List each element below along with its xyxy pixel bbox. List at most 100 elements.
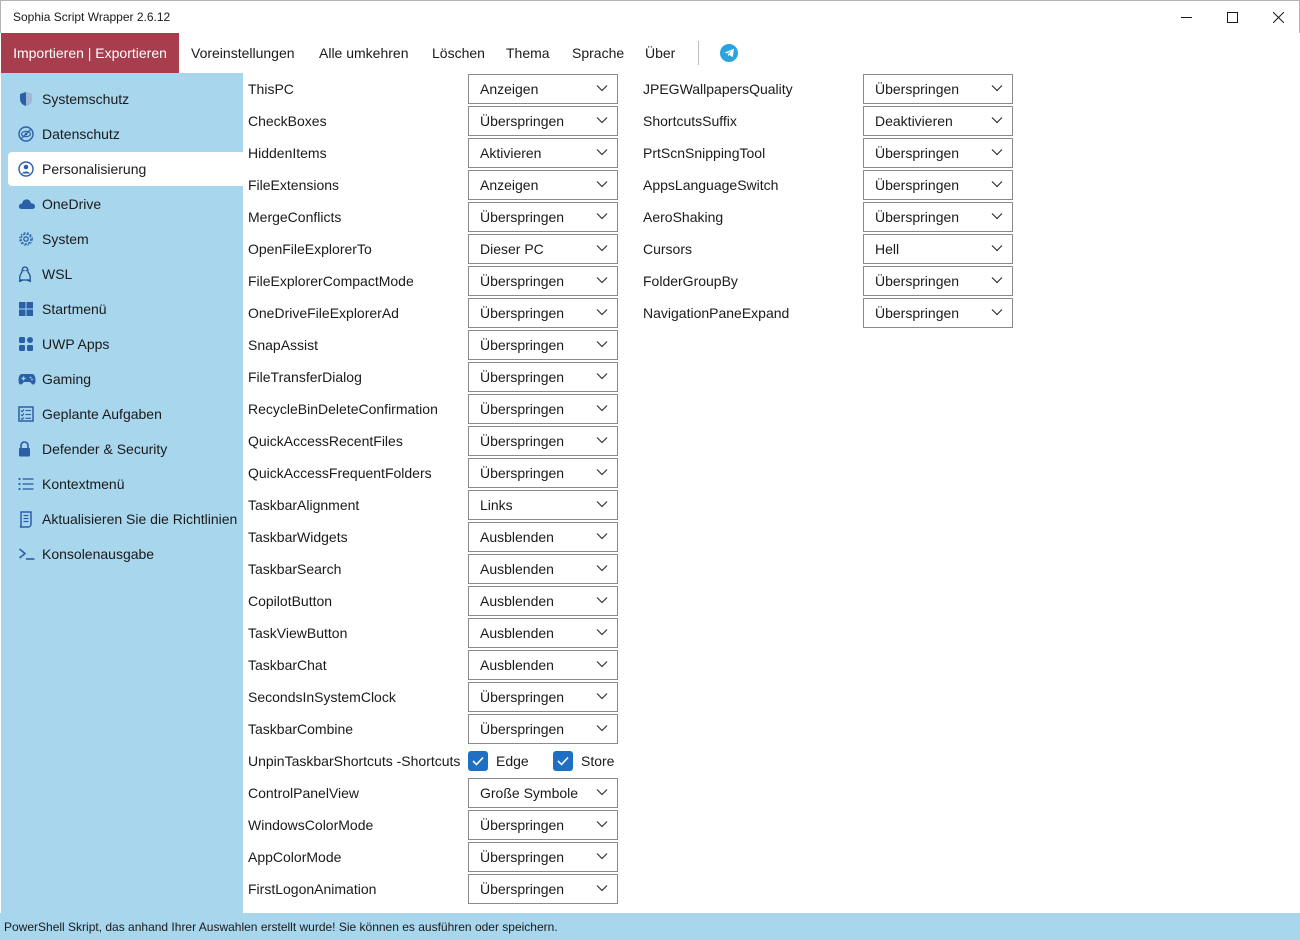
sidebar-item-personalisierung[interactable]: Personalisierung [8,152,243,186]
status-text: PowerShell Skript, das anhand Ihrer Ausw… [4,920,558,934]
menu-ueber[interactable]: Über [645,33,675,73]
setting-dropdown[interactable]: Überspringen [863,170,1013,200]
setting-dropdown[interactable]: Überspringen [863,202,1013,232]
sidebar-item-label: Gaming [42,371,92,387]
setting-dropdown[interactable]: Ausblenden [468,522,618,552]
setting-dropdown[interactable]: Ausblenden [468,586,618,616]
setting-dropdown[interactable]: Überspringen [863,74,1013,104]
chevron-down-icon [596,885,608,892]
setting-dropdown[interactable]: Überspringen [468,298,618,328]
menu-alle-umkehren[interactable]: Alle umkehren [319,33,409,73]
setting-dropdown[interactable]: Überspringen [468,266,618,296]
setting-label: NavigationPaneExpand [643,305,790,321]
telegram-icon[interactable] [720,44,738,62]
setting-dropdown[interactable]: Überspringen [468,874,618,904]
sidebar-item-label: OneDrive [42,196,102,212]
setting-dropdown[interactable]: Überspringen [468,714,618,744]
setting-label: CopilotButton [248,593,333,609]
sidebar-item-system[interactable]: System [8,222,243,256]
setting-dropdown[interactable]: Überspringen [863,298,1013,328]
menu-voreinstellungen[interactable]: Voreinstellungen [191,33,295,73]
menu-import-export[interactable]: Importieren | Exportieren [1,33,179,73]
sidebar-item-geplante-aufgaben[interactable]: Geplante Aufgaben [8,397,243,431]
setting-label: CheckBoxes [248,113,327,129]
sidebar-item-gaming[interactable]: Gaming [8,362,243,396]
setting-label: FileTransferDialog [248,369,362,385]
dropdown-value: Überspringen [480,465,565,481]
sidebar-item-kontextmenue[interactable]: Kontextmenü [8,467,243,501]
setting-dropdown[interactable]: Überspringen [468,202,618,232]
chevron-down-icon [596,789,608,796]
setting-dropdown[interactable]: Ausblenden [468,618,618,648]
setting-dropdown[interactable]: Überspringen [468,682,618,712]
setting-dropdown[interactable]: Große Symbole [468,778,618,808]
setting-dropdown[interactable]: Überspringen [468,426,618,456]
sidebar-item-defender-security[interactable]: Defender & Security [8,432,243,466]
setting-dropdown[interactable]: Überspringen [468,394,618,424]
sidebar: Systemschutz Datenschutz Personalisierun… [1,73,243,913]
setting-dropdown[interactable]: Überspringen [468,842,618,872]
chevron-down-icon [596,661,608,668]
setting-dropdown[interactable]: Anzeigen [468,170,618,200]
minimize-button[interactable] [1163,1,1209,34]
setting-dropdown[interactable]: Links [468,490,618,520]
scroll-icon [18,510,40,528]
dropdown-value: Überspringen [480,433,565,449]
menu-loeschen[interactable]: Löschen [432,33,485,73]
sidebar-item-startmenue[interactable]: Startmenü [8,292,243,326]
setting-dropdown[interactable]: Überspringen [863,138,1013,168]
setting-dropdown[interactable]: Überspringen [468,106,618,136]
sidebar-item-onedrive[interactable]: OneDrive [8,187,243,221]
setting-dropdown[interactable]: Überspringen [468,458,618,488]
dropdown-value: Anzeigen [480,177,539,193]
dropdown-value: Anzeigen [480,81,539,97]
setting-dropdown[interactable]: Überspringen [468,330,618,360]
menu-thema[interactable]: Thema [506,33,550,73]
dropdown-value: Überspringen [875,177,960,193]
menu-sprache[interactable]: Sprache [572,33,624,73]
dropdown-value: Ausblenden [480,625,554,641]
dropdown-value: Ausblenden [480,657,554,673]
sidebar-item-uwp-apps[interactable]: UWP Apps [8,327,243,361]
checkbox-store[interactable]: Store [553,746,614,776]
checkmark-icon [468,751,488,771]
setting-dropdown[interactable]: Ausblenden [468,650,618,680]
setting-dropdown[interactable]: Anzeigen [468,74,618,104]
setting-label: FileExtensions [248,177,340,193]
setting-dropdown[interactable]: Überspringen [468,810,618,840]
chevron-down-icon [991,245,1003,252]
setting-label: Cursors [643,241,693,257]
sidebar-item-label: Defender & Security [42,441,168,457]
setting-dropdown[interactable]: Hell [863,234,1013,264]
setting-label: AppColorMode [248,849,342,865]
setting-dropdown[interactable]: Deaktivieren [863,106,1013,136]
sidebar-item-konsolenausgabe[interactable]: Konsolenausgabe [8,537,243,571]
maximize-icon [1226,12,1238,23]
linux-icon [18,265,40,283]
chevron-down-icon [991,149,1003,156]
apps-icon [18,335,40,353]
sidebar-item-wsl[interactable]: WSL [8,257,243,291]
dropdown-value: Überspringen [875,145,960,161]
sidebar-item-datenschutz[interactable]: Datenschutz [8,117,243,151]
sidebar-item-label: Kontextmenü [42,476,125,492]
setting-dropdown[interactable]: Ausblenden [468,554,618,584]
chevron-down-icon [596,405,608,412]
chevron-down-icon [596,117,608,124]
setting-label: TaskbarWidgets [248,529,348,545]
sidebar-item-richtlinien[interactable]: Aktualisieren Sie die Richtlinien [8,502,243,536]
maximize-button[interactable] [1209,1,1255,34]
title-bar: Sophia Script Wrapper 2.6.12 [0,0,1300,33]
setting-dropdown[interactable]: Dieser PC [468,234,618,264]
setting-dropdown[interactable]: Überspringen [863,266,1013,296]
setting-dropdown[interactable]: Aktivieren [468,138,618,168]
chevron-down-icon [596,469,608,476]
sidebar-item-systemschutz[interactable]: Systemschutz [8,82,243,116]
setting-dropdown[interactable]: Überspringen [468,362,618,392]
cloud-icon [18,195,40,213]
close-button[interactable] [1255,1,1300,34]
checkbox-edge[interactable]: Edge [468,746,529,776]
chevron-down-icon [596,245,608,252]
dropdown-value: Überspringen [875,81,960,97]
chevron-down-icon [596,149,608,156]
